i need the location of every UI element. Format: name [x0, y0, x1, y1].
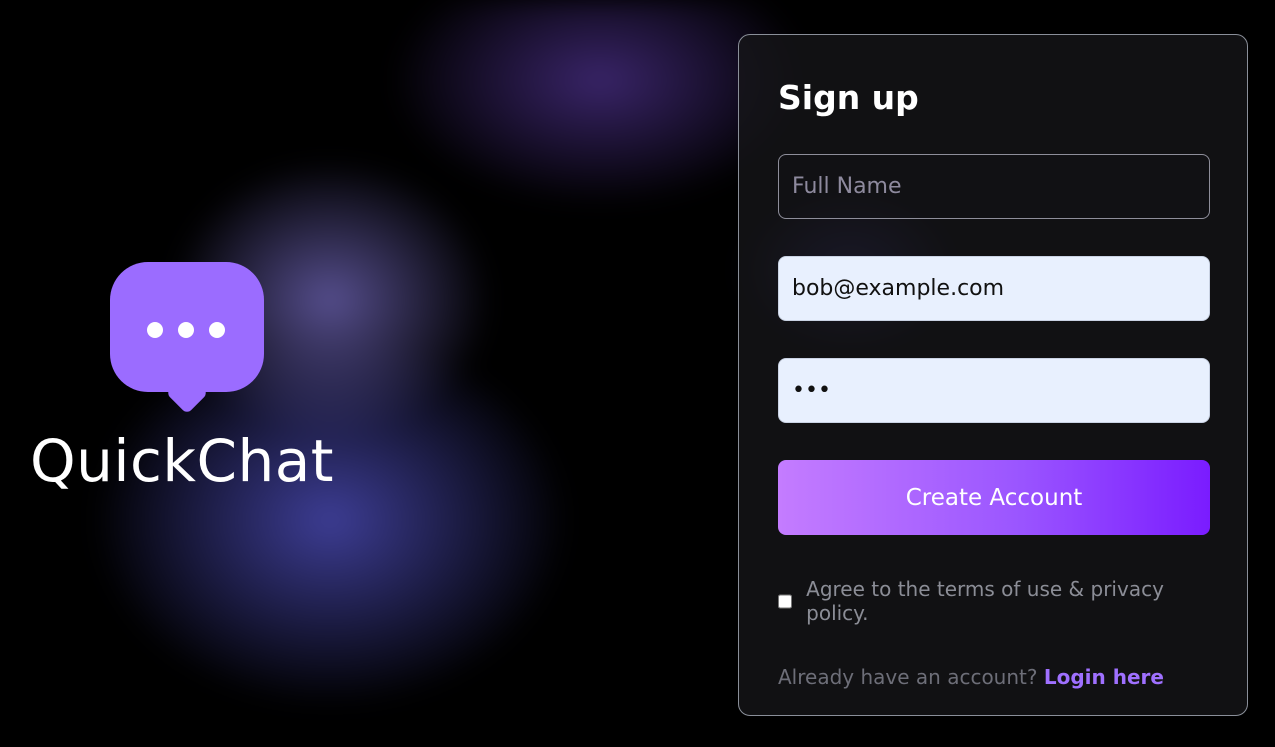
login-link[interactable]: Login here [1044, 665, 1164, 689]
terms-checkbox[interactable] [778, 593, 793, 609]
brand-name: QuickChat [30, 427, 335, 495]
brand: QuickChat [30, 262, 370, 490]
signup-form: Sign up Create Account Agree to the term… [738, 34, 1248, 716]
email-input[interactable] [778, 256, 1210, 321]
signup-page: QuickChat Sign up Create Account Agree t… [0, 0, 1275, 747]
terms-row: Agree to the terms of use & privacy poli… [778, 577, 1208, 625]
chat-bubble-dots-icon [110, 262, 264, 418]
full-name-input[interactable] [778, 154, 1210, 219]
login-prompt: Already have an account? [778, 665, 1038, 689]
logo-dot [178, 322, 194, 338]
password-input[interactable] [778, 358, 1210, 423]
logo-dot [147, 322, 163, 338]
form-title: Sign up [778, 78, 919, 117]
logo-dot [209, 322, 225, 338]
login-row: Already have an account? Login here [778, 665, 1208, 689]
logo-dots [147, 322, 225, 338]
terms-label: Agree to the terms of use & privacy poli… [806, 577, 1164, 625]
create-account-button[interactable]: Create Account [778, 460, 1210, 535]
